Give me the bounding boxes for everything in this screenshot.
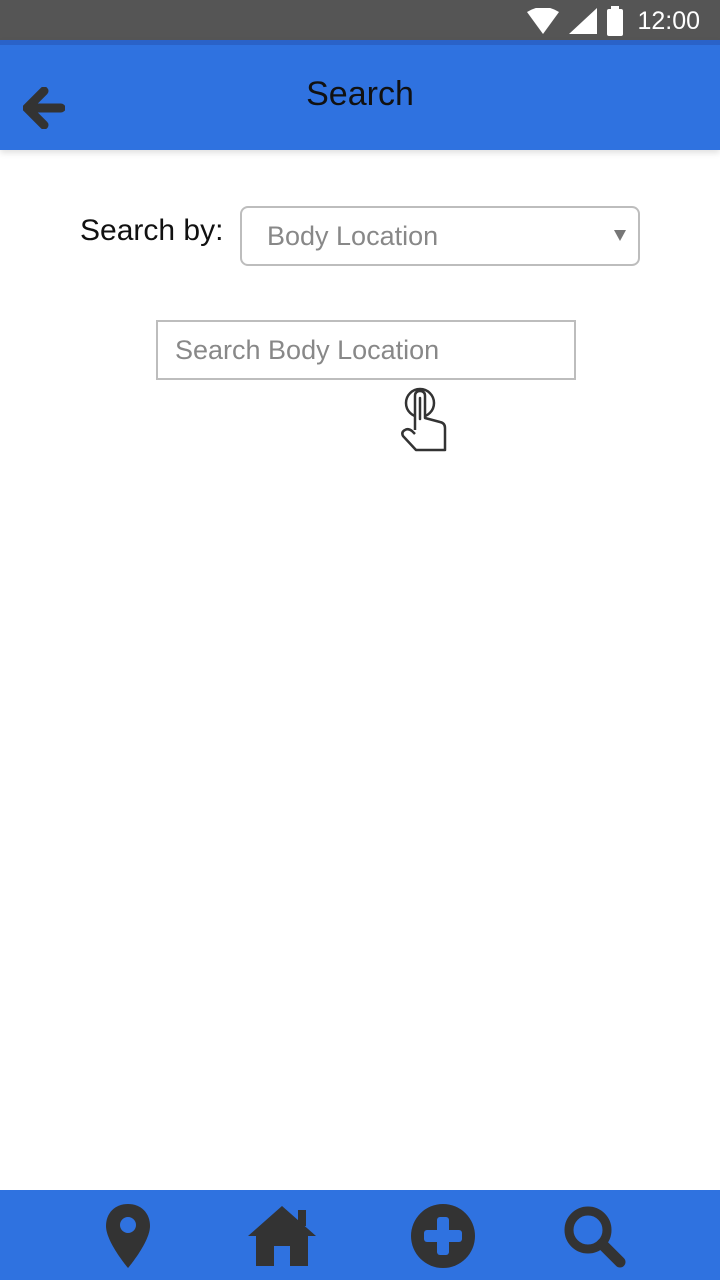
app-bar: Search [0, 40, 720, 150]
nav-home-button[interactable] [244, 1198, 320, 1274]
nav-search-button[interactable] [556, 1198, 632, 1274]
status-time: 12:00 [637, 6, 700, 35]
nav-map-pin-button[interactable] [90, 1198, 166, 1274]
map-pin-icon [106, 1204, 150, 1268]
home-icon [248, 1206, 316, 1266]
bottom-nav [0, 1190, 720, 1280]
status-bar: 12:00 [0, 0, 720, 40]
search-by-label: Search by: [80, 214, 224, 247]
search-icon [564, 1206, 626, 1268]
search-by-select[interactable]: Body Location [240, 206, 640, 266]
nav-add-button[interactable] [405, 1198, 481, 1274]
cell-signal-icon [569, 8, 598, 34]
status-icons: 12:00 [527, 6, 700, 36]
search-by-selected-value: Body Location [267, 221, 439, 251]
dropdown-arrow-icon [614, 230, 626, 241]
hand-pointer-icon [401, 387, 447, 452]
plus-circle-icon [411, 1204, 475, 1268]
wifi-icon [527, 8, 560, 34]
search-input[interactable] [156, 320, 576, 380]
battery-icon [607, 6, 624, 36]
page-title: Search [306, 75, 414, 113]
